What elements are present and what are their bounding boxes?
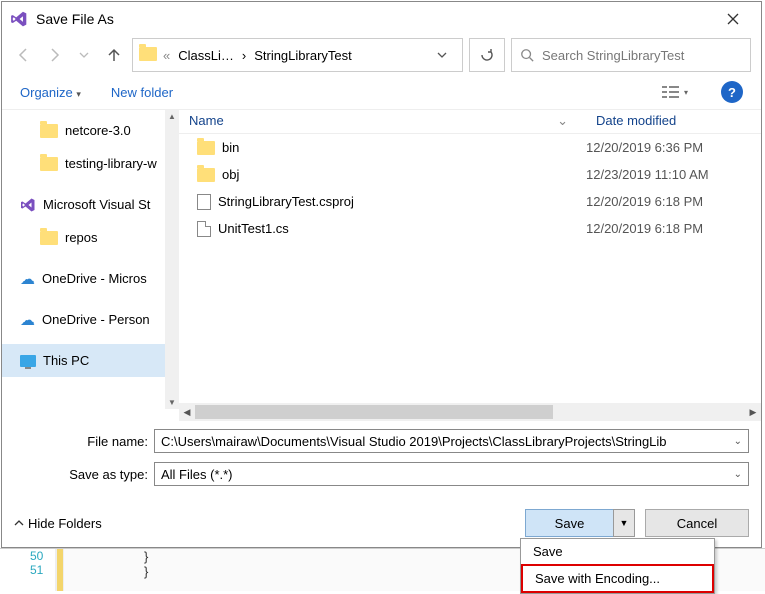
visual-studio-icon: [10, 10, 28, 28]
organize-button[interactable]: Organize ▾: [20, 85, 81, 100]
refresh-button[interactable]: [469, 38, 505, 72]
line-number: 51: [0, 563, 55, 577]
save-button[interactable]: Save: [525, 509, 613, 537]
breadcrumb-item[interactable]: ClassLi…: [174, 46, 238, 65]
recent-dropdown[interactable]: [72, 43, 96, 67]
saveas-select[interactable]: All Files (*.*)⌄: [154, 462, 749, 486]
nav-row: « ClassLi… › StringLibraryTest Search St…: [2, 35, 761, 75]
pc-icon: [20, 355, 36, 367]
arrow-right-icon: [46, 47, 62, 63]
line-number: 50: [0, 549, 55, 563]
folder-icon: [197, 168, 215, 182]
chevron-down-icon: ▾: [76, 89, 81, 99]
cloud-icon: ☁: [20, 311, 35, 329]
sidebar-item-this-pc[interactable]: This PC: [2, 344, 179, 377]
column-date[interactable]: Date modified: [586, 110, 761, 133]
breadcrumb[interactable]: « ClassLi… › StringLibraryTest: [132, 38, 463, 72]
folder-icon: [40, 124, 58, 138]
arrow-up-icon: [106, 47, 122, 63]
titlebar: Save File As: [2, 2, 761, 35]
folder-icon: [40, 231, 58, 245]
file-area: Name⌄ Date modified bin12/20/2019 6:36 P…: [179, 110, 761, 421]
visual-studio-icon: [20, 197, 36, 213]
help-button[interactable]: ?: [721, 81, 743, 103]
breadcrumb-overflow[interactable]: «: [163, 48, 170, 63]
column-name[interactable]: Name⌄: [179, 110, 586, 133]
chevron-down-icon: [437, 50, 447, 60]
file-row[interactable]: bin12/20/2019 6:36 PM: [179, 134, 761, 161]
code-line: }: [144, 549, 148, 564]
body: netcore-3.0 testing-library-w Microsoft …: [2, 109, 761, 421]
search-icon: [520, 48, 534, 62]
filename-label: File name:: [14, 434, 154, 449]
view-icon: [662, 85, 684, 99]
scroll-down-icon: ▼: [168, 398, 176, 407]
sidebar-item-onedrive[interactable]: ☁OneDrive - Micros: [2, 262, 179, 295]
chevron-down-icon: ⌄: [734, 436, 742, 447]
sidebar-item-folder[interactable]: testing-library-w: [2, 147, 179, 180]
scroll-thumb[interactable]: [195, 405, 553, 419]
search-placeholder: Search StringLibraryTest: [542, 48, 684, 63]
breadcrumb-item[interactable]: StringLibraryTest: [250, 46, 356, 65]
chevron-down-icon: ⌄: [734, 469, 742, 480]
csproj-file-icon: [197, 194, 211, 210]
change-marker: [56, 549, 64, 591]
file-header: Name⌄ Date modified: [179, 110, 761, 134]
triangle-down-icon: ▼: [620, 518, 629, 528]
code-line: }: [144, 564, 148, 579]
chevron-down-icon: [79, 50, 89, 60]
sidebar-item-vs[interactable]: Microsoft Visual St: [2, 188, 179, 221]
file-row[interactable]: UnitTest1.cs12/20/2019 6:18 PM: [179, 215, 761, 242]
scroll-up-icon: ▲: [168, 112, 176, 121]
up-button[interactable]: [102, 43, 126, 67]
arrow-left-icon: [16, 47, 32, 63]
saveas-label: Save as type:: [14, 467, 154, 482]
folder-icon: [197, 141, 215, 155]
breadcrumb-dropdown[interactable]: [428, 48, 456, 63]
sidebar-item-onedrive[interactable]: ☁OneDrive - Person: [2, 303, 179, 336]
file-hscrollbar[interactable]: ◀ ▶: [179, 403, 761, 421]
sidebar-scrollbar[interactable]: ▲▼: [165, 110, 179, 409]
cancel-button[interactable]: Cancel: [645, 509, 749, 537]
toolbar: Organize ▾ New folder ▾ ?: [2, 75, 761, 109]
window-title: Save File As: [36, 11, 713, 27]
save-dropdown-button[interactable]: ▼: [613, 509, 635, 537]
refresh-icon: [479, 47, 495, 63]
folder-icon: [40, 157, 58, 171]
view-button[interactable]: ▾: [659, 82, 691, 102]
forward-button[interactable]: [42, 43, 66, 67]
hide-folders-button[interactable]: Hide Folders: [14, 516, 102, 531]
sidebar-item-folder[interactable]: repos: [2, 221, 179, 254]
close-icon: [727, 13, 739, 25]
sidebar: netcore-3.0 testing-library-w Microsoft …: [2, 110, 179, 421]
save-file-as-dialog: Save File As « ClassLi… › StringLibraryT…: [1, 1, 762, 548]
menu-item-save-with-encoding[interactable]: Save with Encoding...: [521, 564, 714, 593]
bottom-fields: File name: C:\Users\mairaw\Documents\Vis…: [2, 421, 761, 499]
sidebar-item-folder[interactable]: netcore-3.0: [2, 114, 179, 147]
scroll-right-icon: ▶: [745, 407, 761, 418]
search-input[interactable]: Search StringLibraryTest: [511, 38, 751, 72]
new-folder-button[interactable]: New folder: [111, 85, 173, 100]
back-button[interactable]: [12, 43, 36, 67]
cs-file-icon: [197, 221, 211, 237]
sort-chevron-icon: ⌄: [557, 113, 568, 130]
file-list: bin12/20/2019 6:36 PM obj12/23/2019 11:1…: [179, 134, 761, 403]
folder-icon: [139, 47, 157, 64]
chevron-right-icon: ›: [242, 48, 246, 63]
save-dropdown-menu: Save Save with Encoding...: [520, 538, 715, 594]
chevron-up-icon: [14, 518, 24, 528]
file-row[interactable]: obj12/23/2019 11:10 AM: [179, 161, 761, 188]
close-button[interactable]: [713, 2, 753, 35]
filename-input[interactable]: C:\Users\mairaw\Documents\Visual Studio …: [154, 429, 749, 453]
cloud-icon: ☁: [20, 270, 35, 288]
menu-item-save[interactable]: Save: [521, 539, 714, 564]
file-row[interactable]: StringLibraryTest.csproj12/20/2019 6:18 …: [179, 188, 761, 215]
scroll-left-icon: ◀: [179, 407, 195, 418]
